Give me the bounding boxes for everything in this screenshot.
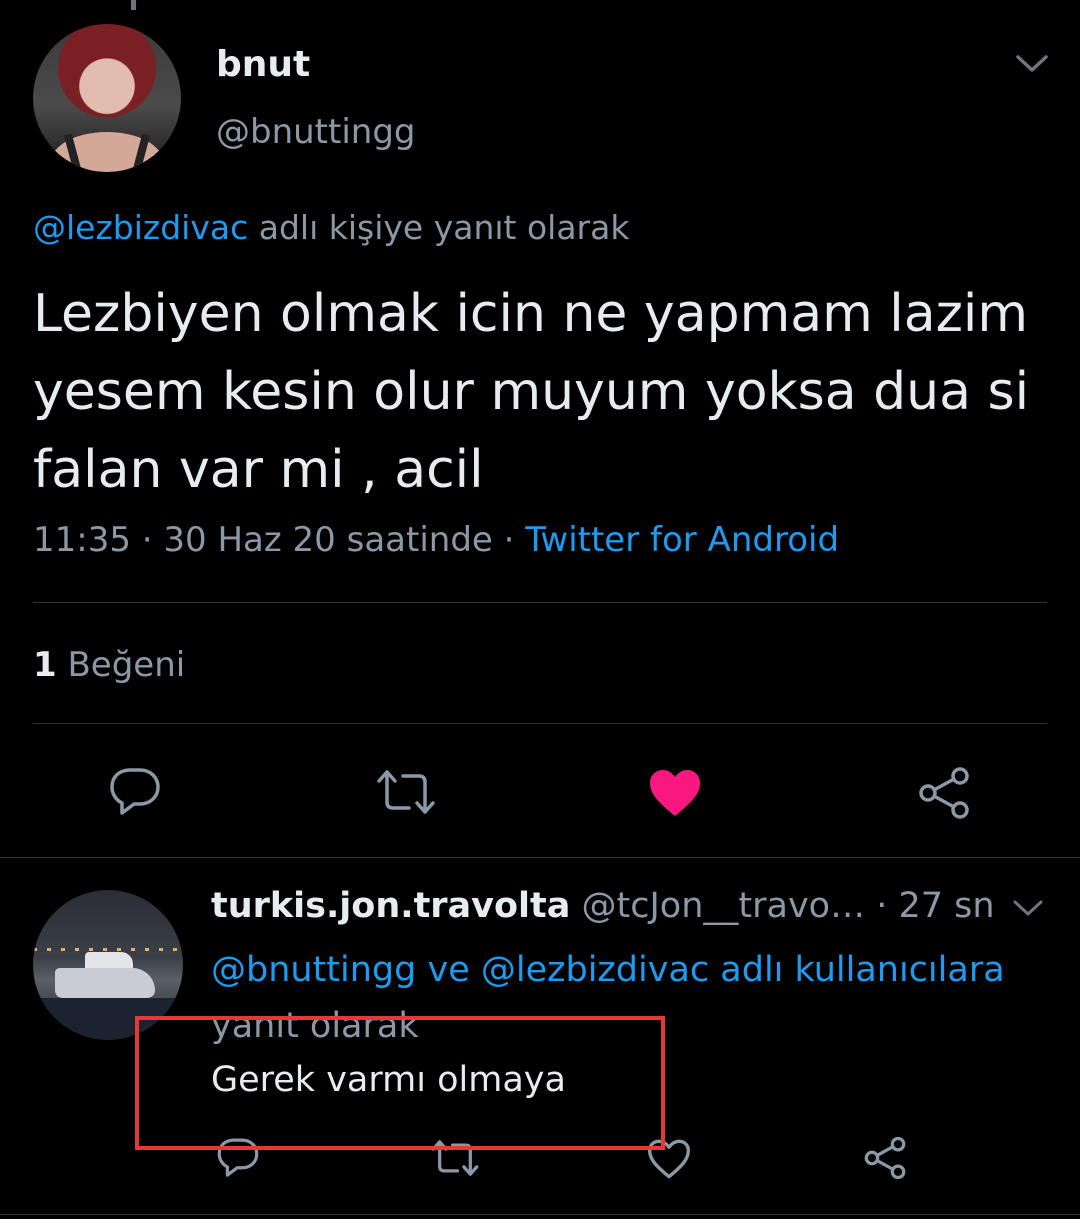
reply-header: turkis.jon.travolta @tcJon__travo… · 27 … <box>211 886 995 926</box>
avatar-detail <box>55 968 155 998</box>
author-name[interactable]: bnut <box>216 44 310 85</box>
avatar-detail <box>33 948 183 951</box>
author-handle[interactable]: @bnuttingg <box>216 112 416 152</box>
chevron-down-icon[interactable] <box>1012 898 1044 918</box>
tweet-detail-page: bnut @bnuttingg @lezbizdivac adlı kişiye… <box>0 0 1080 1219</box>
divider <box>0 1214 1080 1215</box>
tweet-source-link[interactable]: Twitter for Android <box>525 520 839 560</box>
reply-author-name[interactable]: turkis.jon.travolta <box>211 886 570 926</box>
highlight-box <box>135 1016 665 1150</box>
chevron-down-icon[interactable] <box>1014 52 1050 76</box>
tweet-text: Lezbiyen olmak icin ne yapmam lazim yese… <box>33 284 1030 500</box>
reply-author-handle[interactable]: @tcJon__travo… <box>570 886 866 926</box>
likes-count[interactable]: 1 Beğeni <box>33 645 185 685</box>
retweet-icon[interactable] <box>375 768 437 816</box>
mention-link[interactable]: @lezbizdivac <box>33 208 248 247</box>
likes-label: Beğeni <box>56 645 186 685</box>
reply-context: @lezbizdivac adlı kişiye yanıt olarak <box>33 208 629 247</box>
divider <box>33 602 1047 603</box>
divider <box>0 857 1080 858</box>
share-icon[interactable] <box>862 1136 908 1180</box>
reply-context-label: adlı kişiye yanıt olarak <box>248 208 630 247</box>
tweet-timestamp: 11:35 · 30 Haz 20 saatinde · <box>33 520 526 560</box>
reply-time: · 27 sn <box>865 886 995 926</box>
divider <box>33 723 1047 724</box>
heart-icon[interactable] <box>648 768 702 818</box>
reply-icon[interactable] <box>108 766 162 818</box>
thread-line <box>131 0 136 10</box>
avatar[interactable] <box>33 24 181 172</box>
share-icon[interactable] <box>916 766 972 820</box>
reply-to-mentions[interactable]: @bnuttingg ve @lezbizdivac adlı kullanıc… <box>211 942 1071 998</box>
likes-number: 1 <box>33 645 57 685</box>
tweet-meta: 11:35 · 30 Haz 20 saatinde · Twitter for… <box>33 520 839 560</box>
